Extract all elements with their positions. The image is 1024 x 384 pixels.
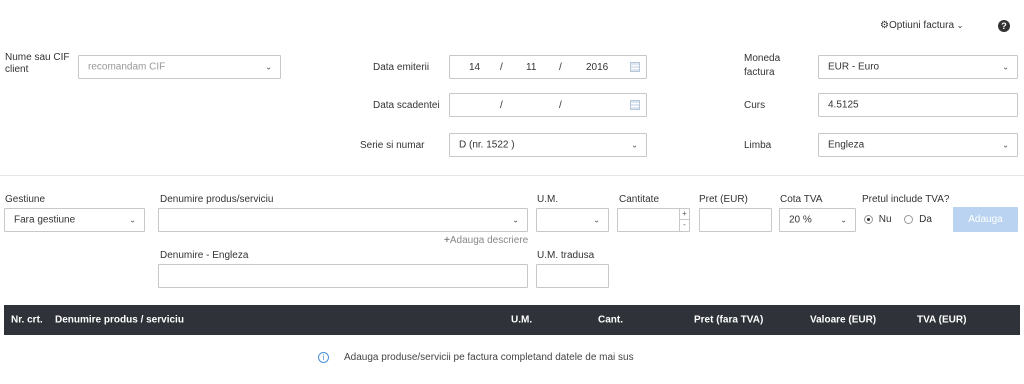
col-value: Valoare (EUR) bbox=[810, 314, 877, 326]
chevron-down-icon: ⌄ bbox=[631, 140, 638, 150]
chevron-down-icon: ⌄ bbox=[512, 215, 519, 225]
series-value: D (nr. 1522 ) bbox=[459, 139, 515, 151]
issue-day: 14 bbox=[469, 62, 481, 73]
um-translated-input[interactable] bbox=[536, 264, 609, 288]
chevron-down-icon: ⌄ bbox=[265, 62, 272, 72]
help-icon[interactable]: ? bbox=[998, 20, 1010, 32]
stock-select[interactable]: Fara gestiune ⌄ bbox=[4, 208, 145, 232]
chevron-down-icon: ⌄ bbox=[956, 21, 964, 30]
calendar-icon[interactable] bbox=[630, 62, 640, 72]
radio-no-label: Nu bbox=[878, 214, 892, 225]
price-label: Pret (EUR) bbox=[699, 194, 748, 205]
name-english-label: Denumire - Engleza bbox=[160, 250, 249, 261]
rate-label: Curs bbox=[744, 100, 766, 111]
um-select[interactable]: ⌄ bbox=[536, 208, 609, 232]
series-label: Serie si numar bbox=[360, 140, 425, 151]
due-date-input[interactable]: / / bbox=[449, 93, 647, 117]
chevron-down-icon: ⌄ bbox=[593, 215, 600, 225]
date-separator: / bbox=[559, 100, 562, 111]
language-value: Engleza bbox=[828, 139, 865, 151]
col-price: Pret (fara TVA) bbox=[694, 314, 764, 326]
info-icon: i bbox=[318, 352, 329, 363]
issue-date-label: Data emiterii bbox=[373, 62, 430, 73]
issue-date-input[interactable]: 14 / 11 / 2016 bbox=[449, 55, 647, 79]
client-select[interactable]: recomandam CIF ⌄ bbox=[78, 55, 281, 79]
vat-label: Cota TVA bbox=[780, 194, 823, 205]
add-product-button[interactable]: Adauga bbox=[953, 207, 1018, 232]
vat-value: 20 % bbox=[789, 214, 812, 226]
radio-yes-label: Da bbox=[919, 214, 932, 225]
date-separator: / bbox=[559, 62, 562, 73]
minus-icon[interactable]: - bbox=[680, 220, 689, 231]
um-label: U.M. bbox=[537, 194, 559, 205]
stock-label: Gestiune bbox=[5, 194, 46, 205]
empty-message-text: Adauga produse/servicii pe factura compl… bbox=[344, 352, 634, 364]
issue-year: 2016 bbox=[586, 62, 609, 73]
currency-value: EUR - Euro bbox=[828, 61, 880, 73]
gear-icon: ⚙ bbox=[880, 20, 889, 31]
quantity-label: Cantitate bbox=[619, 194, 660, 205]
product-name-select[interactable]: ⌄ bbox=[158, 208, 528, 232]
empty-table-message: i Adauga produse/servicii pe factura comp… bbox=[318, 352, 634, 363]
chevron-down-icon: ⌄ bbox=[1002, 140, 1009, 150]
chevron-down-icon: ⌄ bbox=[840, 215, 847, 225]
calendar-icon[interactable] bbox=[630, 100, 640, 110]
series-select[interactable]: D (nr. 1522 ) ⌄ bbox=[449, 133, 647, 157]
client-label: Nume sau CIF client bbox=[5, 52, 70, 75]
vat-included-radio-group: Nu Da bbox=[864, 214, 932, 225]
date-separator: / bbox=[500, 100, 503, 111]
language-select[interactable]: Engleza ⌄ bbox=[818, 133, 1018, 157]
due-date-label: Data scadentei bbox=[373, 100, 440, 111]
col-vat: TVA (EUR) bbox=[917, 314, 967, 326]
col-nr: Nr. crt. bbox=[11, 314, 43, 326]
um-translated-label: U.M. tradusa bbox=[537, 250, 595, 261]
chevron-down-icon: ⌄ bbox=[1002, 62, 1009, 72]
includes-vat-label: Pretul include TVA? bbox=[862, 194, 950, 205]
col-product: Denumire produs / serviciu bbox=[55, 314, 184, 326]
invoice-options-label: Optiuni factura bbox=[888, 20, 955, 31]
radio-yes[interactable] bbox=[904, 214, 914, 224]
rate-input[interactable]: 4.5125 bbox=[818, 93, 1018, 117]
col-qty: Cant. bbox=[598, 314, 623, 326]
add-description-label: Adauga descriere bbox=[449, 235, 529, 246]
rate-value: 4.5125 bbox=[828, 99, 859, 111]
currency-select[interactable]: EUR - Euro ⌄ bbox=[818, 55, 1018, 79]
chevron-down-icon: ⌄ bbox=[129, 215, 136, 225]
name-english-input[interactable] bbox=[158, 264, 528, 288]
vat-select[interactable]: 20 % ⌄ bbox=[779, 208, 856, 232]
client-placeholder: recomandam CIF bbox=[88, 61, 166, 73]
product-name-label: Denumire produs/serviciu bbox=[160, 194, 274, 205]
radio-no[interactable] bbox=[864, 214, 873, 224]
language-label: Limba bbox=[744, 140, 772, 151]
products-table-header: Nr. crt. Denumire produs / serviciu U.M.… bbox=[4, 305, 1020, 335]
add-description-link[interactable]: +Adauga descriere bbox=[444, 235, 528, 246]
stock-value: Fara gestiune bbox=[14, 214, 76, 226]
issue-month: 11 bbox=[526, 62, 537, 73]
price-input[interactable] bbox=[699, 208, 772, 232]
currency-label: Moneda factura bbox=[744, 53, 781, 78]
invoice-options-dropdown[interactable]: ⚙Optiuni factura ⌄ bbox=[880, 20, 964, 34]
quantity-stepper[interactable]: + - bbox=[617, 208, 690, 232]
stepper-buttons[interactable]: + - bbox=[679, 209, 689, 231]
col-um: U.M. bbox=[511, 314, 533, 326]
section-divider bbox=[0, 175, 1024, 176]
date-separator: / bbox=[500, 62, 503, 73]
plus-icon[interactable]: + bbox=[680, 209, 689, 220]
